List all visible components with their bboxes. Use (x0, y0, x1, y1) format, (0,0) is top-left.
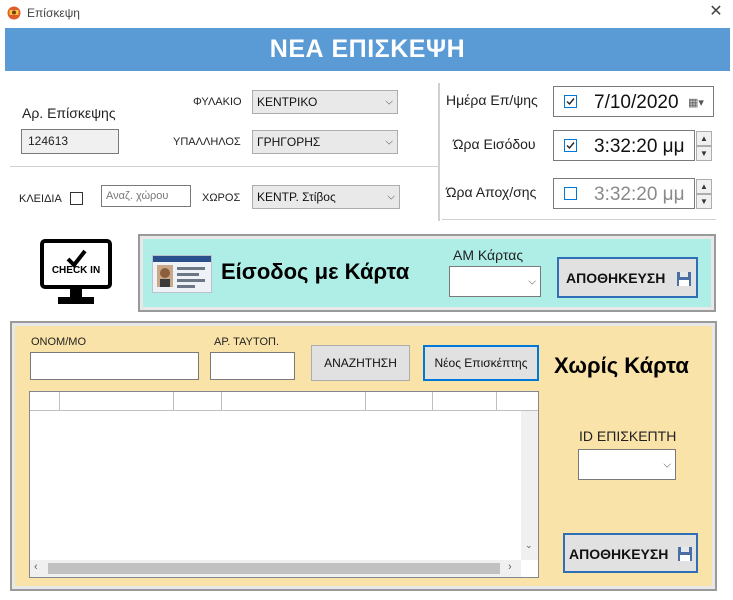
id-number-input[interactable] (210, 352, 295, 380)
grid-column-divider[interactable] (365, 392, 366, 411)
checkin-icon-text: CHECK IN (51, 265, 101, 276)
visit-number-label: Αρ. Επίσκεψης (22, 105, 116, 121)
card-save-label: ΑΠΟΘΗΚΕΥΣΗ (566, 270, 666, 286)
employee-select[interactable]: ΓΡΗΓΟΡΗΣ ⌵ (252, 130, 398, 154)
horizontal-scroll-thumb[interactable] (48, 563, 500, 574)
floppy-disk-icon (677, 546, 693, 565)
id-card-icon (152, 255, 212, 293)
grid-column-divider[interactable] (432, 392, 433, 411)
app-icon (6, 4, 22, 20)
grid-header-row (30, 392, 538, 411)
entry-time-value: 3:32:20 μμ (594, 136, 685, 157)
grid-column-divider[interactable] (59, 392, 60, 411)
card-panel-title: Είσοδος με Κάρτα (221, 259, 410, 284)
calendar-icon[interactable]: ▦▾ (688, 96, 704, 109)
prison-select[interactable]: ΚΕΝΤΡΙΚΟ ⌵ (252, 90, 398, 114)
exit-time-value: 3:32:20 μμ (594, 184, 685, 205)
no-card-panel-title: Χωρίς Κάρτα (554, 353, 689, 378)
chevron-down-icon: ⌵ (528, 276, 536, 287)
divider (10, 166, 438, 168)
space-select[interactable]: ΚΕΝΤΡ. Στίβος ⌵ (252, 185, 400, 209)
exit-time-checkbox[interactable] (564, 187, 577, 200)
employee-label: ΥΠΑΛΛΗΛΟΣ (173, 136, 241, 148)
no-card-save-button[interactable]: ΑΠΟΘΗΚΕΥΣΗ (563, 533, 698, 573)
spin-down-icon[interactable]: ▼ (696, 146, 712, 161)
prison-select-value: ΚΕΝΤΡΙΚΟ (257, 95, 318, 109)
visit-day-checkbox[interactable] (564, 95, 577, 108)
chevron-down-icon: ⌵ (387, 191, 395, 203)
scroll-down-icon[interactable]: ⌄ (525, 540, 533, 551)
chevron-down-icon: ⌵ (663, 459, 671, 470)
space-label: ΧΩΡΟΣ (202, 192, 241, 204)
new-visitor-button[interactable]: Νέος Επισκέπτης (423, 345, 539, 381)
no-card-save-label: ΑΠΟΘΗΚΕΥΣΗ (569, 546, 669, 562)
window-title: Επίσκεψη (27, 6, 80, 20)
spin-up-icon[interactable]: ▲ (696, 179, 712, 194)
spin-down-icon[interactable]: ▼ (696, 194, 712, 209)
scroll-left-icon[interactable]: ‹ (34, 561, 38, 573)
visitors-grid[interactable]: ‹ › ⌄ (29, 391, 539, 578)
entry-time-checkbox[interactable] (564, 139, 577, 152)
visit-day-picker[interactable]: 7/10/2020 ▦▾ (553, 86, 714, 117)
space-search-input[interactable]: Αναζ. χώρου (101, 185, 191, 207)
divider (442, 219, 716, 221)
spin-up-icon[interactable]: ▲ (696, 131, 712, 146)
entry-time-picker[interactable]: 3:32:20 μμ (553, 130, 695, 161)
space-select-value: ΚΕΝΤΡ. Στίβος (257, 190, 336, 204)
close-icon[interactable]: ✕ (706, 2, 726, 22)
title-bar (0, 0, 733, 26)
horizontal-scrollbar[interactable]: ‹ › (30, 560, 521, 577)
grid-column-divider[interactable] (221, 392, 222, 411)
grid-column-divider[interactable] (496, 392, 497, 411)
floppy-disk-icon (676, 271, 692, 290)
vertical-scrollbar[interactable] (521, 411, 538, 560)
entry-time-label: Ώρα Εισόδου (453, 136, 536, 152)
name-label: ΟΝΟΜ/ΜΟ (31, 336, 86, 348)
grid-column-divider[interactable] (173, 392, 174, 411)
chevron-down-icon: ⌵ (385, 136, 393, 148)
visitor-id-select[interactable]: ⌵ (578, 449, 676, 480)
visit-number-field[interactable]: 124613 (21, 129, 119, 154)
exit-time-label: Ώρα Αποχ/σης (446, 184, 537, 200)
prison-label: ΦΥΛΑΚΙΟ (193, 96, 242, 108)
scroll-right-icon[interactable]: › (508, 561, 512, 573)
card-am-label: ΑΜ Κάρτας (453, 247, 524, 263)
visitor-id-label: ID ΕΠΙΣΚΕΠΤΗ (579, 428, 677, 444)
keys-checkbox[interactable] (70, 192, 83, 205)
page-title: ΝΕΑ ΕΠΙΣΚΕΨΗ (269, 35, 466, 63)
visit-day-label: Ημέρα Επ/ψης (446, 92, 538, 108)
exit-time-picker[interactable]: 3:32:20 μμ (553, 178, 695, 209)
id-number-label: ΑΡ. ΤΑΥΤΟΠ. (214, 336, 280, 348)
employee-select-value: ΓΡΗΓΟΡΗΣ (257, 135, 321, 149)
name-input[interactable] (30, 352, 199, 380)
card-save-button[interactable]: ΑΠΟΘΗΚΕΥΣΗ (557, 257, 698, 298)
keys-label: ΚΛΕΙΔΙΑ (19, 193, 62, 205)
card-am-select[interactable]: ⌵ (449, 266, 541, 297)
visit-day-value: 7/10/2020 (594, 92, 679, 113)
divider (438, 83, 440, 221)
search-button[interactable]: ΑΝΑΖΗΤΗΣΗ (311, 345, 410, 381)
chevron-down-icon: ⌵ (385, 96, 393, 108)
